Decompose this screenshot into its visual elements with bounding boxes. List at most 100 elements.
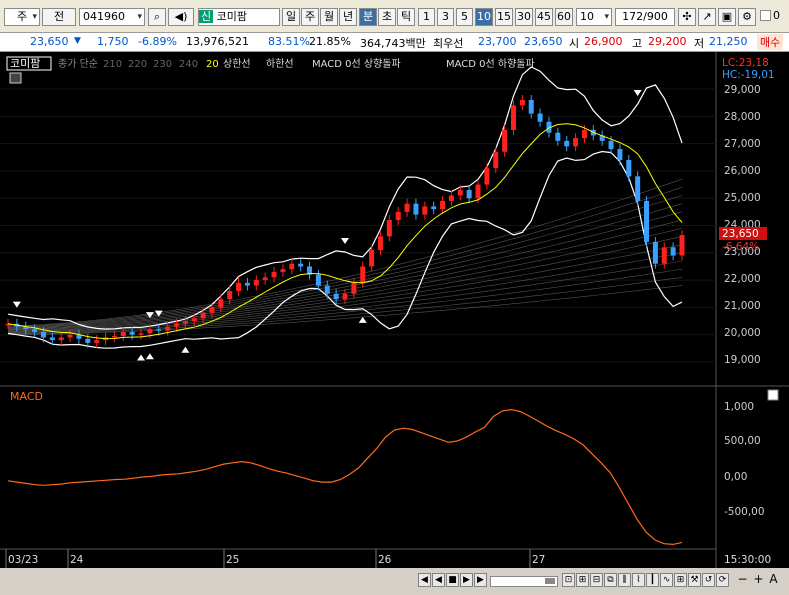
scroll-thumb[interactable] — [545, 578, 555, 584]
interval-select[interactable]: 10 — [576, 8, 612, 26]
interval-1[interactable]: 1 — [418, 8, 435, 26]
save-button[interactable]: ▣ — [718, 8, 736, 26]
time-tick: 24 — [70, 554, 84, 566]
volume: 13,976,521 — [186, 35, 249, 48]
font-size-button[interactable]: A — [767, 573, 780, 587]
interval-60-label: 60 — [557, 10, 571, 23]
tab-year-label: 년 — [342, 10, 354, 23]
overlay-button[interactable]: ⧉ — [604, 573, 617, 587]
candle-body — [537, 113, 543, 122]
candle-body — [58, 337, 64, 341]
tab-year[interactable]: 년 — [339, 8, 357, 26]
hc-label: HC:-19,01 — [722, 69, 775, 81]
candle-body — [40, 331, 46, 338]
interval-10[interactable]: 10 — [475, 8, 493, 26]
candle-body — [156, 329, 162, 331]
check-box-1[interactable] — [760, 10, 771, 21]
candle-body — [32, 329, 38, 332]
settings-button[interactable]: ⚙ — [738, 8, 756, 26]
candle-body — [280, 269, 286, 272]
macd-tick: 0,00 — [724, 471, 747, 483]
tab-second[interactable]: 초 — [378, 8, 396, 26]
stop-icon: ■ — [448, 575, 457, 585]
scroll-right-button[interactable]: ▶ — [474, 573, 487, 587]
zoom-out-button[interactable]: − — [736, 573, 749, 587]
zoom-fit-button[interactable]: ⊡ — [562, 573, 575, 587]
tab-week[interactable]: 주 — [301, 8, 319, 26]
candle-body — [564, 140, 570, 147]
stop-button[interactable]: ■ — [446, 573, 459, 587]
sound-button[interactable]: ◀) — [168, 8, 194, 26]
tab-tick-label: 틱 — [400, 10, 412, 23]
tab-tick[interactable]: 틱 — [397, 8, 415, 26]
bar-chart-icon: ┃ — [649, 575, 656, 585]
candle-body — [413, 203, 419, 215]
candle-body — [484, 168, 490, 185]
candle-body — [652, 241, 658, 264]
zoom-area-button[interactable]: ⊞ — [576, 573, 589, 587]
high-price: 29,200 — [648, 35, 687, 48]
interval-select-value: 10 — [580, 10, 594, 23]
interval-45[interactable]: 45 — [535, 8, 553, 26]
candle-body — [644, 200, 650, 242]
tool-button[interactable]: ⚒ — [688, 573, 701, 587]
interval-5[interactable]: 5 — [456, 8, 473, 26]
compare-button[interactable]: ⊟ — [590, 573, 603, 587]
quote-bar: 23,650 ▼ 1,750 -6.89% 13,976,521 83.51% … — [0, 33, 789, 52]
scroll-track[interactable] — [490, 576, 558, 587]
tab-month[interactable]: 월 — [320, 8, 338, 26]
candle-body — [493, 151, 499, 169]
search-icon: ⌕ — [153, 10, 161, 23]
market-select[interactable]: 주 — [4, 8, 40, 26]
candle-body — [182, 321, 188, 324]
interval-60[interactable]: 60 — [555, 8, 573, 26]
scroll-left-button[interactable]: ◀ — [418, 573, 431, 587]
compare-icon: ⊟ — [592, 575, 601, 585]
draw-button[interactable]: ↗ — [698, 8, 716, 26]
overlay-icon: ⧉ — [607, 575, 614, 585]
candle-body — [661, 247, 667, 264]
interval-3[interactable]: 3 — [437, 8, 454, 26]
legend-macd-down-signal: MACD 0선 하향돌파 — [446, 57, 535, 70]
tab-day[interactable]: 일 — [282, 8, 300, 26]
trade-tab[interactable]: 매수 — [757, 34, 784, 50]
search-button[interactable]: ⌕ — [148, 8, 166, 26]
zoom-in-button[interactable]: + — [752, 573, 765, 587]
candle-body — [670, 247, 676, 256]
prev-button[interactable]: 전 — [42, 8, 76, 26]
reset-icon: ↺ — [704, 575, 713, 585]
tab-minute[interactable]: 분 — [359, 8, 377, 26]
candle-body — [581, 129, 587, 139]
stock-name-field[interactable]: 신 코미팜 — [198, 8, 280, 26]
candle-type-button[interactable]: ⫼ — [618, 573, 631, 587]
interval-15[interactable]: 15 — [495, 8, 513, 26]
refresh-icon: ⟳ — [718, 575, 727, 585]
count-field[interactable]: 172/900 — [615, 8, 675, 26]
indicator-button[interactable]: ∿ — [660, 573, 673, 587]
reset-button[interactable]: ↺ — [702, 573, 715, 587]
candle-body — [333, 293, 339, 300]
chart-area[interactable]: 코미팜 종가 단순 210 220 230 240 20 상한선 하한선 MAC… — [0, 52, 789, 568]
line-type-button[interactable]: ⌇ — [632, 573, 645, 587]
candle-body — [165, 326, 171, 331]
legend-upper-band: 상한선 — [223, 58, 251, 70]
crosshair-button[interactable]: ✣ — [678, 8, 696, 26]
play-button[interactable]: ▶ — [460, 573, 473, 587]
refresh-button[interactable]: ⟳ — [716, 573, 729, 587]
bar-type-button[interactable]: ┃ — [646, 573, 659, 587]
interval-30[interactable]: 30 — [515, 8, 533, 26]
chart-svg[interactable]: 코미팜 종가 단순 210 220 230 240 20 상한선 하한선 MAC… — [0, 52, 789, 568]
grid-button[interactable]: ⊞ — [674, 573, 687, 587]
line-chart-icon: ⌇ — [636, 575, 641, 585]
candle-body — [511, 105, 516, 130]
candle-body — [111, 336, 117, 338]
price-tick: 20,000 — [724, 327, 761, 339]
candle-body — [174, 323, 179, 327]
table-toggle-icon[interactable] — [9, 72, 22, 84]
stock-code-input[interactable]: 041960 — [79, 8, 145, 26]
rewind-button[interactable]: ◀ — [432, 573, 445, 587]
candle-body — [342, 293, 348, 300]
macd-panel-close[interactable] — [767, 389, 779, 401]
toolbar: 주 전 041960 ⌕ ◀) 신 코미팜 일 주 월 년 분 초 틱 1 3 … — [0, 0, 789, 33]
candle-body — [191, 318, 197, 322]
